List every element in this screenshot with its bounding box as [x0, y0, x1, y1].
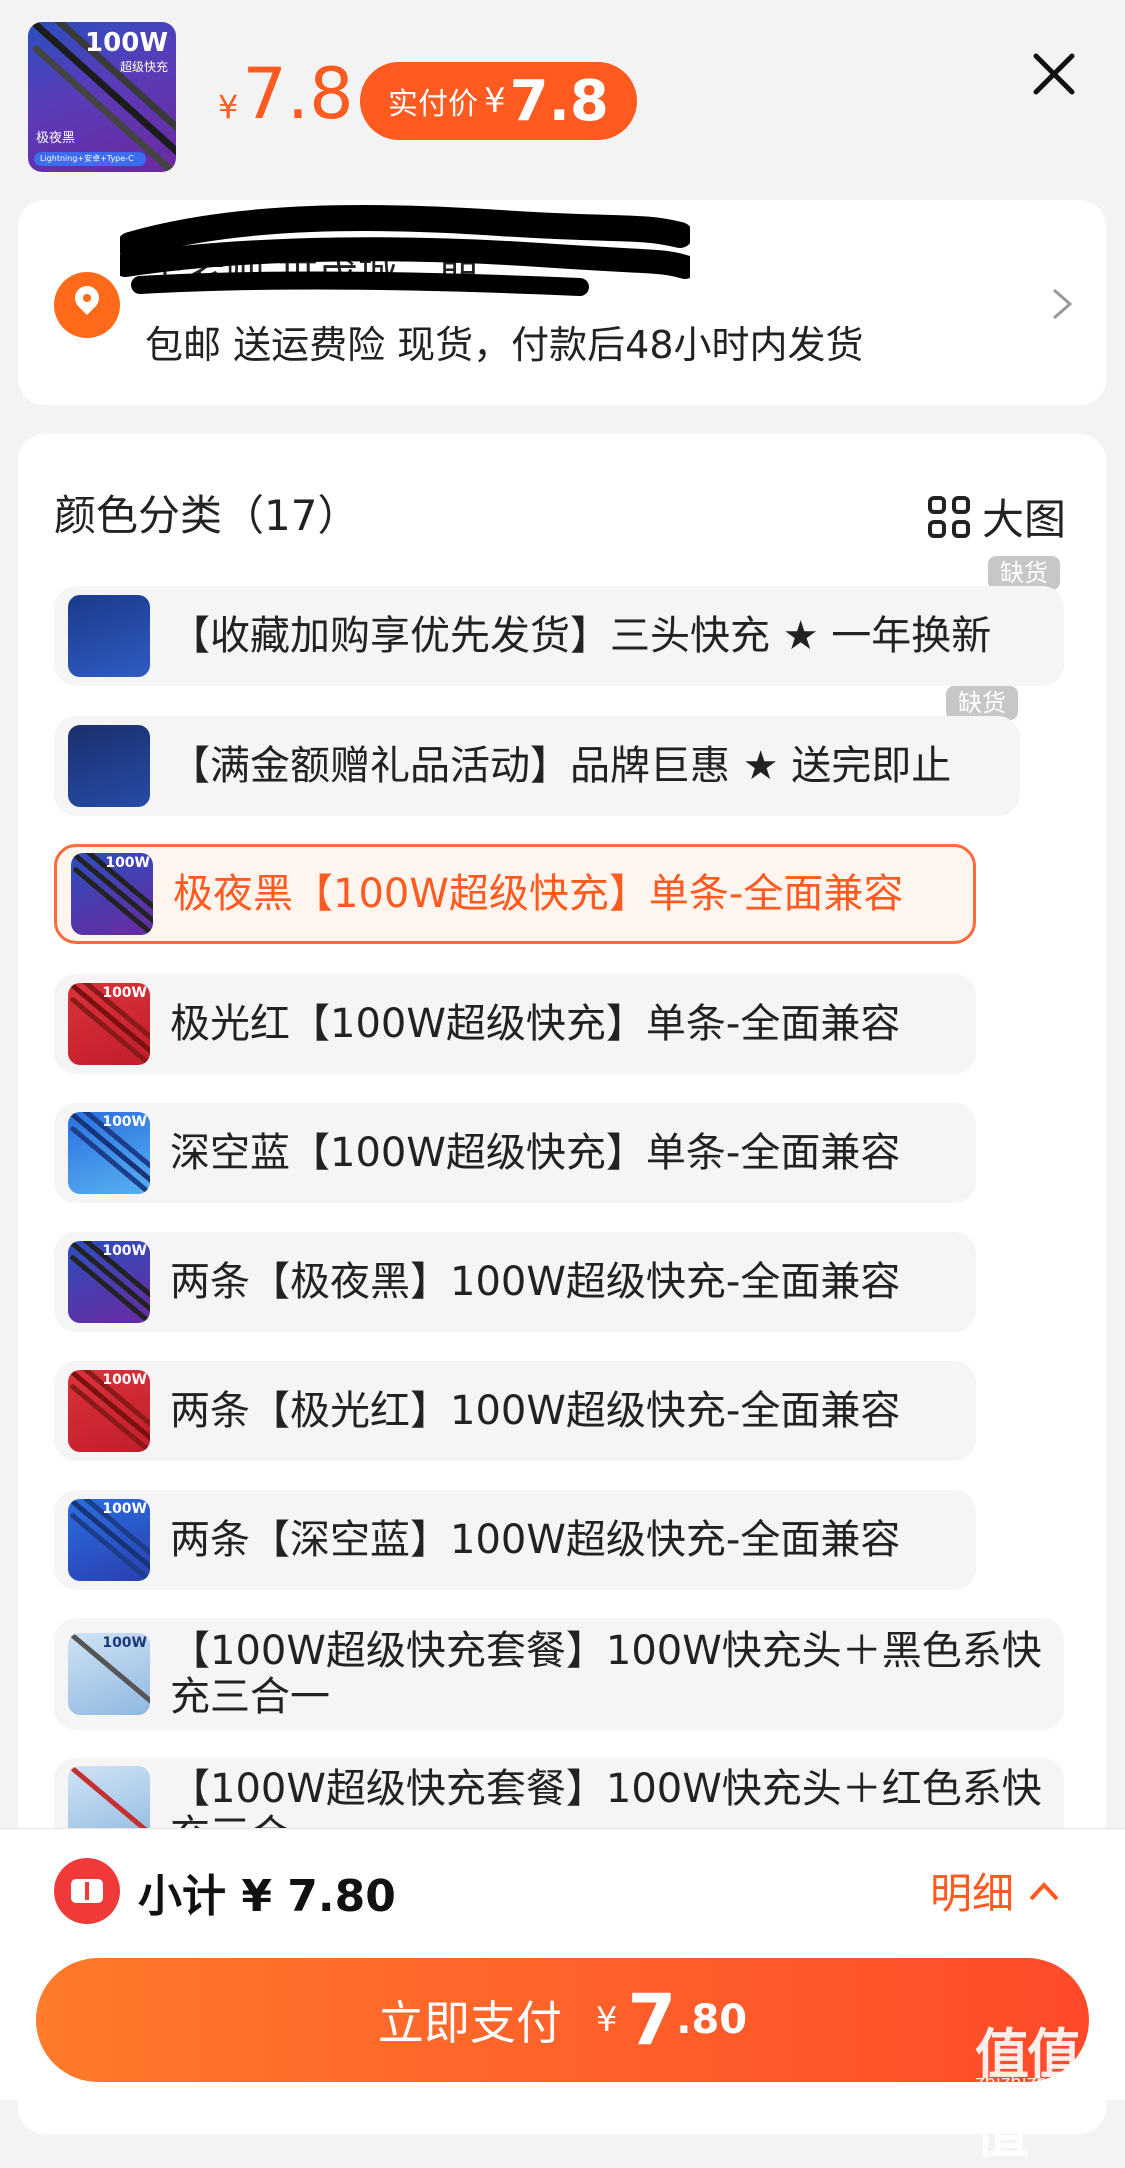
option-item[interactable]: 100W 【100W超级快充套餐】100W快充头＋黑色系快充三合一: [54, 1618, 1064, 1730]
option-label: 深空蓝【100W超级快充】单条-全面兼容: [170, 1130, 901, 1176]
actual-price-label: 实付价: [388, 87, 478, 122]
big-picture-label: 大图: [982, 495, 1067, 544]
option-thumbnail: [68, 595, 150, 677]
option-label: 两条【极光红】100W超级快充-全面兼容: [170, 1388, 901, 1434]
location-pin-icon: [54, 272, 120, 338]
option-label: 两条【深空蓝】100W超级快充-全面兼容: [170, 1517, 901, 1563]
option-item[interactable]: 【满金额赠礼品活动】品牌巨惠 ★ 送完即止: [54, 716, 1020, 816]
option-item[interactable]: 100W 极光红【100W超级快充】单条-全面兼容: [54, 974, 976, 1074]
thumb-name: 极夜黑: [36, 131, 76, 146]
pay-now-integer: 7: [627, 1979, 677, 2061]
option-label: 两条【极夜黑】100W超级快充-全面兼容: [170, 1259, 901, 1305]
option-item-selected[interactable]: 100W 极夜黑【100W超级快充】单条-全面兼容: [54, 844, 976, 944]
option-label: 极光红【100W超级快充】单条-全面兼容: [170, 1001, 901, 1047]
actual-price-value: 7.8: [509, 68, 609, 134]
thumb-badge: 100W: [85, 28, 168, 58]
chevron-up-icon: [1029, 1881, 1059, 1900]
grid-view-icon: [928, 495, 970, 538]
option-thumbnail: 100W: [68, 1499, 150, 1581]
option-thumbnail: 100W: [68, 1241, 150, 1323]
option-thumbnail: 100W: [68, 1633, 150, 1715]
coupon-icon: [54, 1858, 120, 1924]
option-label: 极夜黑【100W超级快充】单条-全面兼容: [173, 871, 904, 917]
shipping-info: 包邮 送运费险 现货，付款后48小时内发货: [145, 323, 864, 367]
watermark-url: zhizhizhi.com: [975, 2072, 1097, 2093]
option-label: 【收藏加购享优先发货】三头快充 ★ 一年换新: [170, 613, 992, 659]
option-item[interactable]: 100W 两条【极光红】100W超级快充-全面兼容: [54, 1361, 976, 1461]
option-thumbnail: [68, 725, 150, 807]
option-item[interactable]: 【收藏加购享优先发货】三头快充 ★ 一年换新: [54, 586, 1064, 686]
price-currency: ¥: [218, 88, 239, 126]
chevron-right-icon[interactable]: [1048, 284, 1076, 324]
pay-now-currency: ¥: [595, 2000, 618, 2040]
detail-toggle[interactable]: 明细: [930, 1860, 1060, 1921]
option-thumbnail: 100W: [71, 853, 153, 935]
pay-now-decimal: .80: [676, 1997, 748, 2043]
option-label: 【100W超级快充套餐】100W快充头＋黑色系快充三合一: [170, 1628, 1042, 1720]
product-thumbnail[interactable]: 100W 超级快充 极夜黑 Lightning+安卓+Type-C: [28, 22, 176, 172]
thumb-subtitle: 超级快充: [119, 60, 168, 74]
actual-price-currency: ¥: [484, 81, 506, 121]
detail-label: 明细: [930, 1869, 1015, 1918]
option-item[interactable]: 100W 两条【深空蓝】100W超级快充-全面兼容: [54, 1490, 976, 1590]
subtotal: 小计 ¥ 7.80: [138, 1871, 396, 1922]
price-display: ¥7.8: [218, 54, 354, 147]
pay-now-button[interactable]: 立即支付 ¥ 7.80: [36, 1958, 1089, 2082]
thumb-footer: Lightning+安卓+Type-C: [34, 152, 146, 166]
price-value: 7.8: [242, 53, 354, 135]
big-picture-toggle[interactable]: 大图: [928, 486, 1066, 547]
redaction-scribble: [120, 205, 690, 296]
soldout-badge: 缺货: [946, 686, 1018, 720]
soldout-badge: 缺货: [988, 556, 1060, 590]
option-item[interactable]: 100W 深空蓝【100W超级快充】单条-全面兼容: [54, 1103, 976, 1203]
option-label: 【满金额赠礼品活动】品牌巨惠 ★ 送完即止: [170, 743, 952, 789]
option-item[interactable]: 100W 两条【极夜黑】100W超级快充-全面兼容: [54, 1232, 976, 1332]
color-category-title: 颜色分类（17）: [54, 491, 360, 540]
close-icon[interactable]: [1026, 46, 1082, 102]
pay-now-label: 立即支付: [377, 1996, 562, 2050]
option-thumbnail: 100W: [68, 1370, 150, 1452]
option-thumbnail: 100W: [68, 1112, 150, 1194]
actual-price-pill: 实付价 ¥ 7.8: [360, 62, 637, 140]
option-thumbnail: 100W: [68, 983, 150, 1065]
